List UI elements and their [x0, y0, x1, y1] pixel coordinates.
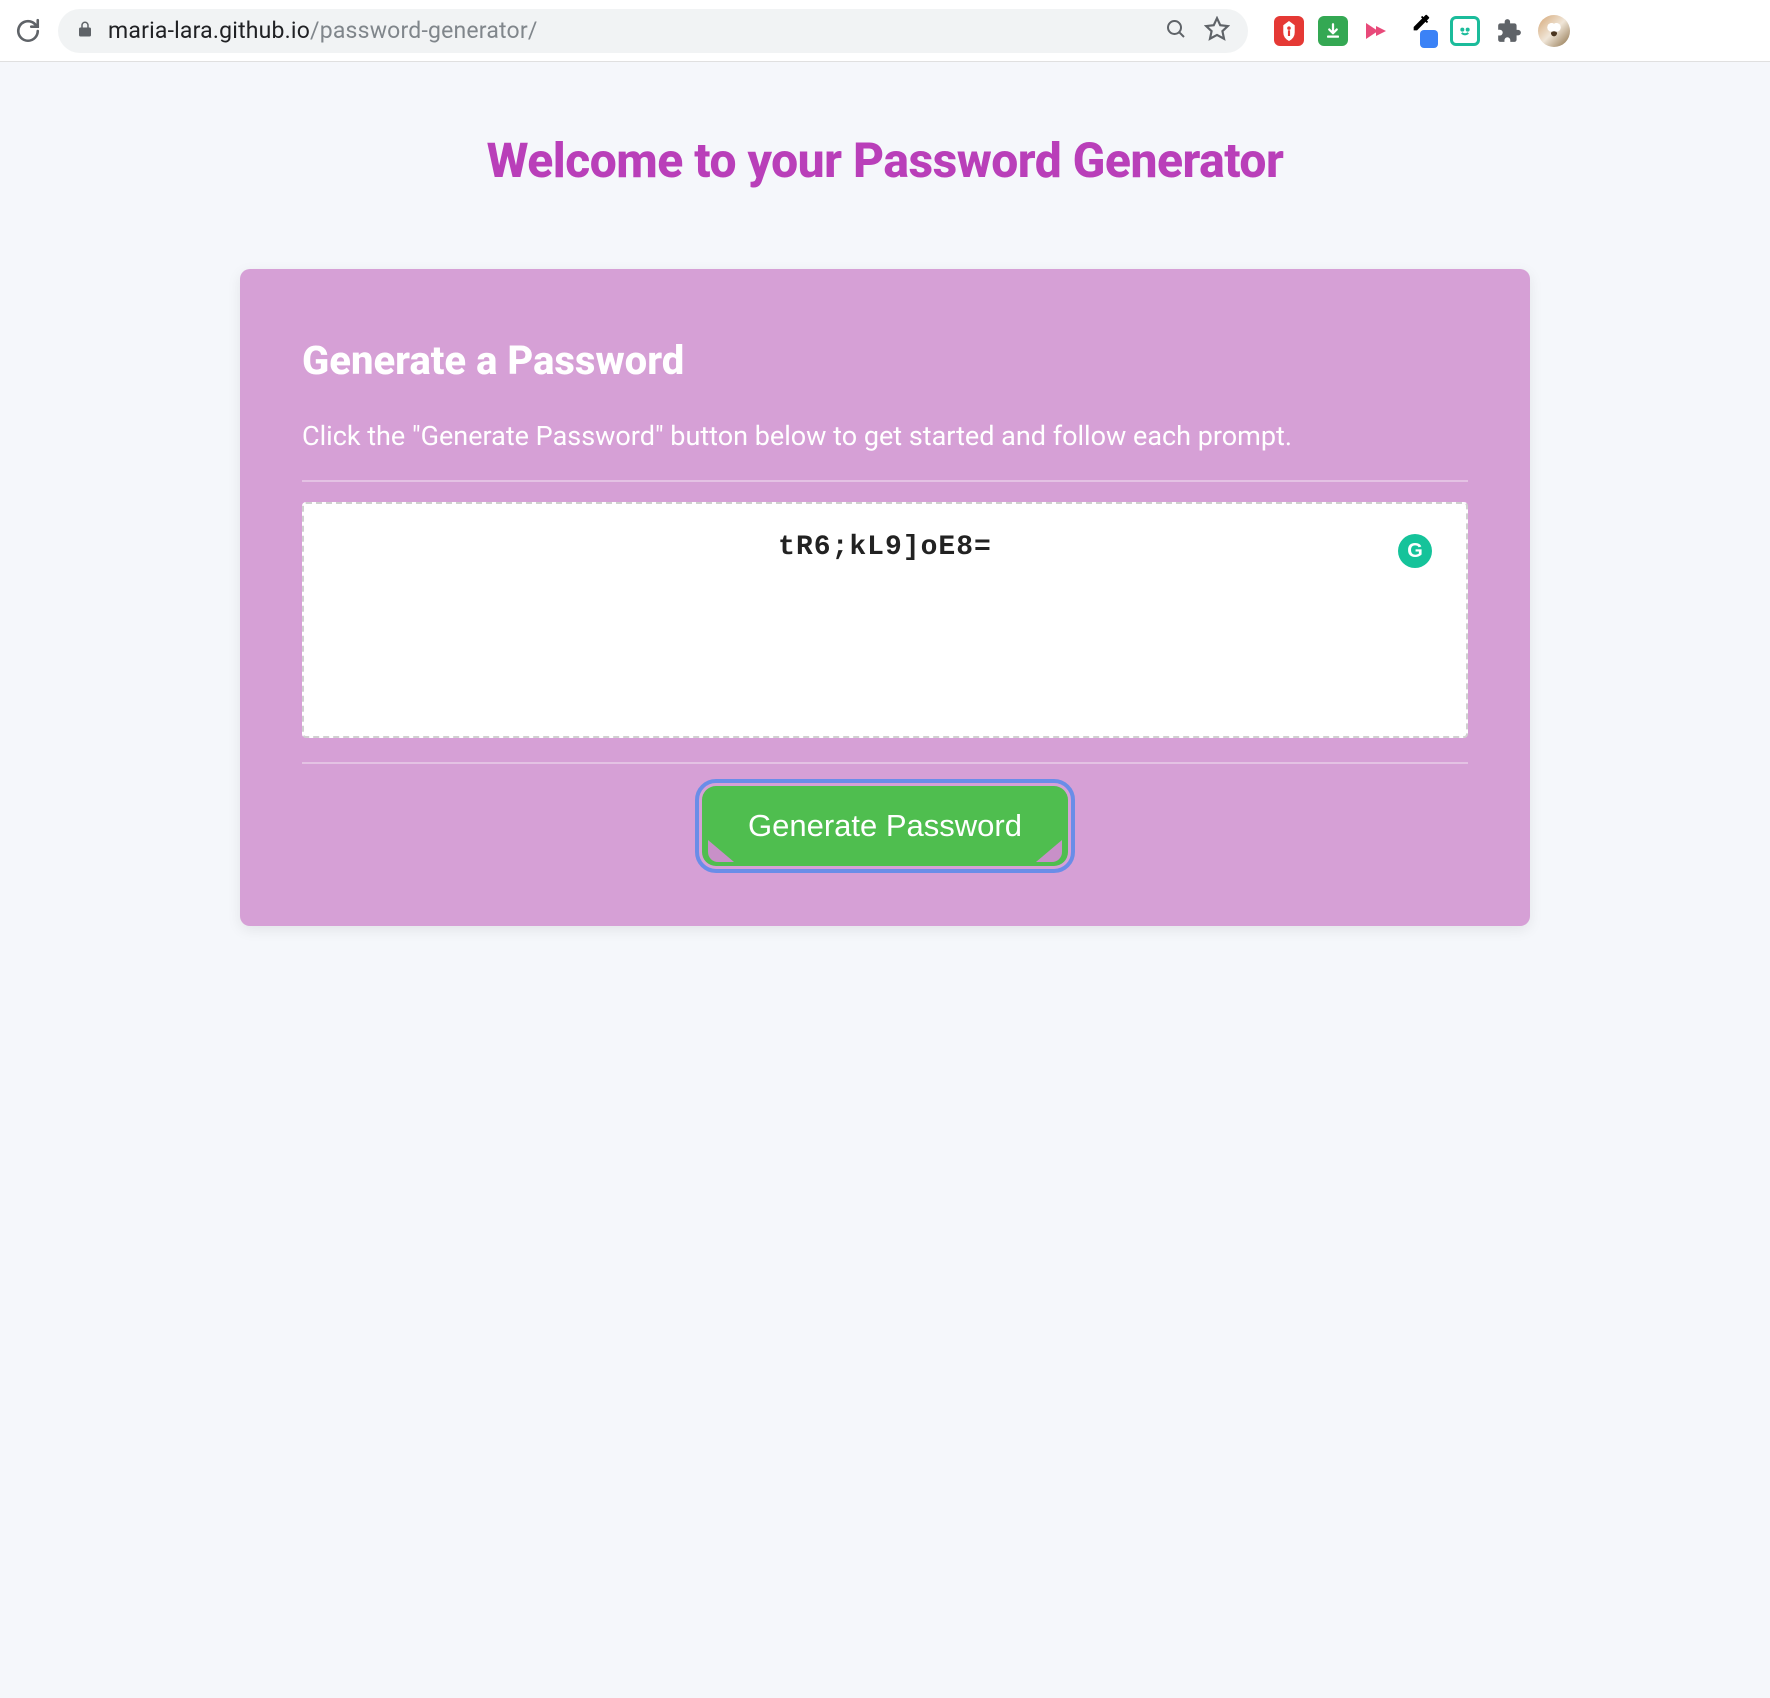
extensions-menu-icon[interactable]: [1494, 16, 1524, 46]
grammarly-icon[interactable]: G: [1398, 534, 1432, 568]
browser-toolbar: maria-lara.github.io/password-generator/: [0, 0, 1770, 62]
profile-avatar[interactable]: [1538, 15, 1570, 47]
url-host: maria-lara.github.io: [108, 17, 310, 44]
generate-password-button[interactable]: Generate Password: [702, 786, 1068, 866]
lock-icon: [76, 20, 94, 42]
card-heading: Generate a Password: [302, 337, 1468, 384]
divider-bottom: [302, 762, 1468, 764]
address-bar[interactable]: maria-lara.github.io/password-generator/: [58, 9, 1248, 53]
page-title: Welcome to your Password Generator: [0, 132, 1770, 189]
generator-card: Generate a Password Click the "Generate …: [240, 269, 1530, 926]
button-row: Generate Password: [302, 786, 1468, 866]
password-output[interactable]: [302, 502, 1468, 738]
extension-icon-3[interactable]: [1362, 16, 1392, 46]
output-wrapper: G: [302, 482, 1468, 742]
reload-icon[interactable]: [12, 15, 44, 47]
extensions-row: [1262, 15, 1570, 47]
color-picker-extension-icon[interactable]: [1406, 16, 1436, 46]
url-path: /password-generator/: [310, 17, 538, 44]
extension-icon-5[interactable]: [1450, 16, 1480, 46]
url-text: maria-lara.github.io/password-generator/: [108, 17, 1150, 44]
search-icon[interactable]: [1164, 17, 1188, 45]
extension-icon-1[interactable]: [1274, 16, 1304, 46]
extension-icon-2[interactable]: [1318, 16, 1348, 46]
star-icon[interactable]: [1204, 16, 1230, 46]
card-subtitle: Click the "Generate Password" button bel…: [302, 420, 1468, 452]
page-body: Welcome to your Password Generator Gener…: [0, 62, 1770, 1698]
